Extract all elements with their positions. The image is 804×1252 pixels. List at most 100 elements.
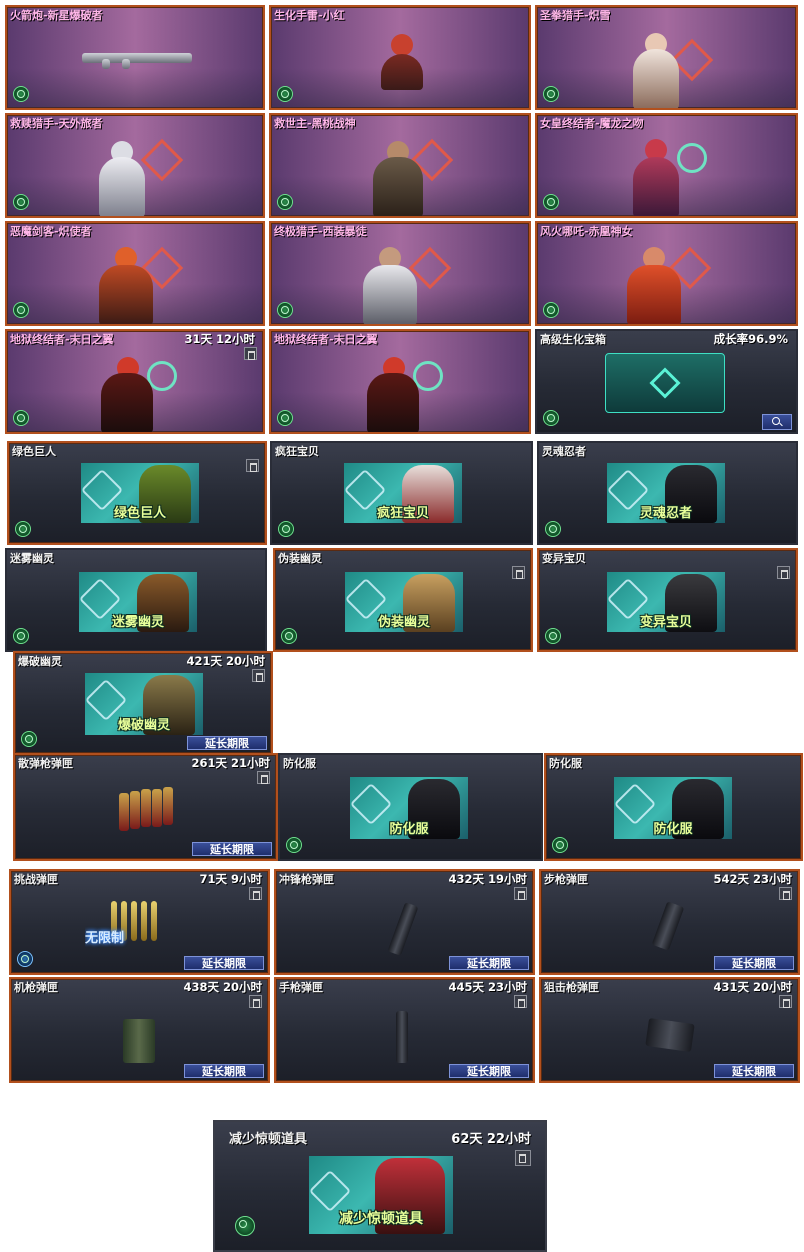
extend-button[interactable]: 延长期限 — [192, 842, 272, 856]
trash-icon[interactable] — [779, 995, 792, 1008]
banner-label: 防化服 — [389, 822, 429, 837]
remaining-time: 261天 21小时 — [191, 756, 270, 770]
growth-badge-icon — [278, 521, 294, 537]
item-card[interactable]: 地狱终结者-末日之翼 — [269, 329, 531, 434]
extend-button[interactable]: 延长期限 — [714, 1064, 794, 1078]
remaining-time: 421天 20小时 — [186, 654, 265, 668]
item-card[interactable]: 灵魂忍者 灵魂忍者 — [537, 441, 798, 545]
item-name: 风火哪吒-赤凰神女 — [540, 225, 633, 238]
trash-icon[interactable] — [512, 566, 525, 579]
item-card[interactable]: 防化服 防化服 — [544, 753, 803, 861]
item-card[interactable]: 挑战弹匣 71天 9小时 无限制 延长期限 — [9, 869, 270, 975]
item-name: 变异宝贝 — [542, 552, 586, 565]
item-card[interactable]: 救世主-黑桃战神 — [269, 113, 531, 218]
growth-badge-icon — [13, 410, 29, 426]
extend-button[interactable]: 延长期限 — [449, 1064, 529, 1078]
item-card[interactable]: 圣拳猎手-炽雪 — [535, 5, 798, 110]
growth-badge-icon — [281, 628, 297, 644]
shotgun-shells-image — [119, 787, 177, 833]
growth-badge-icon — [21, 731, 37, 747]
extend-button[interactable]: 延长期限 — [184, 1064, 264, 1078]
item-name: 生化手雷-小红 — [274, 9, 345, 22]
growth-badge-icon — [13, 302, 29, 318]
trash-icon[interactable] — [246, 459, 259, 472]
item-card[interactable]: 高级生化宝箱 成长率96.9% — [535, 329, 798, 434]
item-banner: 防化服 — [614, 777, 732, 839]
trash-icon[interactable] — [249, 995, 262, 1008]
item-card[interactable]: 疯狂宝贝 疯狂宝贝 — [270, 441, 533, 545]
banner-label: 疯狂宝贝 — [376, 506, 429, 521]
item-card[interactable]: 步枪弹匣 542天 23小时 延长期限 — [539, 869, 800, 975]
extend-button[interactable]: 延长期限 — [187, 736, 267, 750]
banner-label: 迷雾幽灵 — [111, 615, 164, 630]
item-banner: 减少惊顿道具 — [309, 1156, 453, 1234]
growth-badge-icon — [13, 194, 29, 210]
item-card[interactable]: 减少惊顿道具 62天 22小时 减少惊顿道具 — [213, 1120, 547, 1252]
item-card[interactable]: 变异宝贝 变异宝贝 — [537, 548, 798, 652]
item-name: 高级生化宝箱 — [540, 333, 606, 346]
item-name: 恶魔剑客-炽使者 — [10, 225, 92, 238]
extend-button[interactable]: 延长期限 — [449, 956, 529, 970]
item-name: 绿色巨人 — [12, 445, 56, 458]
character-portrait-image — [97, 351, 157, 432]
trash-icon[interactable] — [249, 887, 262, 900]
growth-rate: 成长率96.9% — [713, 332, 788, 346]
item-card[interactable]: 爆破幽灵 421天 20小时 爆破幽灵 延长期限 — [13, 651, 273, 755]
remaining-time: 542天 23小时 — [713, 872, 792, 886]
remaining-time: 438天 20小时 — [183, 980, 262, 994]
item-card[interactable]: 迷雾幽灵 迷雾幽灵 — [5, 548, 267, 652]
item-name: 冲锋枪弹匣 — [279, 873, 334, 886]
growth-badge-icon — [13, 628, 29, 644]
trash-icon[interactable] — [514, 995, 527, 1008]
item-name: 地狱终结者-末日之翼 — [10, 333, 114, 346]
extend-button[interactable]: 延长期限 — [184, 956, 264, 970]
item-card[interactable]: 绿色巨人 绿色巨人 — [7, 441, 267, 545]
trash-icon[interactable] — [515, 1150, 531, 1166]
item-banner: 防化服 — [350, 777, 468, 839]
character-portrait-image — [357, 243, 423, 324]
trash-icon[interactable] — [257, 771, 270, 784]
trash-icon[interactable] — [514, 887, 527, 900]
trash-icon[interactable] — [252, 669, 265, 682]
rocket-launcher-image — [82, 45, 192, 69]
remaining-time: 432天 19小时 — [448, 872, 527, 886]
item-card[interactable]: 狙击枪弹匣 431天 20小时 延长期限 — [539, 977, 800, 1083]
trash-icon[interactable] — [779, 887, 792, 900]
trash-icon[interactable] — [777, 566, 790, 579]
item-card[interactable]: 火箭炮-新星爆破者 — [5, 5, 265, 110]
item-card[interactable]: 机枪弹匣 438天 20小时 延长期限 — [9, 977, 270, 1083]
item-card[interactable]: 防化服 防化服 — [278, 753, 543, 861]
rank-emblem-icon — [147, 145, 177, 175]
item-card[interactable]: 风火哪吒-赤凰神女 — [535, 221, 798, 326]
item-banner: 迷雾幽灵 — [79, 572, 197, 632]
item-card[interactable]: 女皇终结者-魔龙之吻 — [535, 113, 798, 218]
item-card[interactable]: 伪装幽灵 伪装幽灵 — [273, 548, 533, 652]
item-card[interactable]: 生化手雷-小红 — [269, 5, 531, 110]
item-card[interactable]: 散弹枪弹匣 261天 21小时 延长期限 — [13, 753, 278, 861]
character-portrait-image — [363, 351, 423, 432]
character-portrait-image — [93, 243, 159, 324]
item-card[interactable]: 手枪弹匣 445天 23小时 延长期限 — [274, 977, 535, 1083]
character-portrait-image — [93, 137, 151, 216]
item-name: 防化服 — [283, 757, 316, 770]
banner-label: 爆破幽灵 — [117, 718, 170, 733]
item-card[interactable]: 地狱终结者-末日之翼 31天 12小时 — [5, 329, 265, 434]
growth-badge-icon — [277, 410, 293, 426]
item-name: 救世主-黑桃战神 — [274, 117, 356, 130]
remaining-time: 71天 9小时 — [199, 872, 262, 886]
item-card[interactable]: 救赎猎手-天外旅者 — [5, 113, 265, 218]
pistol-magazine-image — [396, 1011, 408, 1063]
item-card[interactable]: 冲锋枪弹匣 432天 19小时 延长期限 — [274, 869, 535, 975]
magnify-icon[interactable] — [762, 414, 792, 430]
item-card[interactable]: 恶魔剑客-炽使者 — [5, 221, 265, 326]
growth-badge-icon — [15, 521, 31, 537]
growth-badge-icon — [277, 194, 293, 210]
remaining-time: 445天 23小时 — [448, 980, 527, 994]
trash-icon[interactable] — [244, 347, 257, 360]
item-name: 灵魂忍者 — [542, 445, 586, 458]
extend-button[interactable]: 延长期限 — [714, 956, 794, 970]
item-name: 圣拳猎手-炽雪 — [540, 9, 611, 22]
growth-badge-icon — [545, 628, 561, 644]
item-name: 手枪弹匣 — [279, 981, 323, 994]
item-card[interactable]: 终极猎手-西装暴徒 — [269, 221, 531, 326]
